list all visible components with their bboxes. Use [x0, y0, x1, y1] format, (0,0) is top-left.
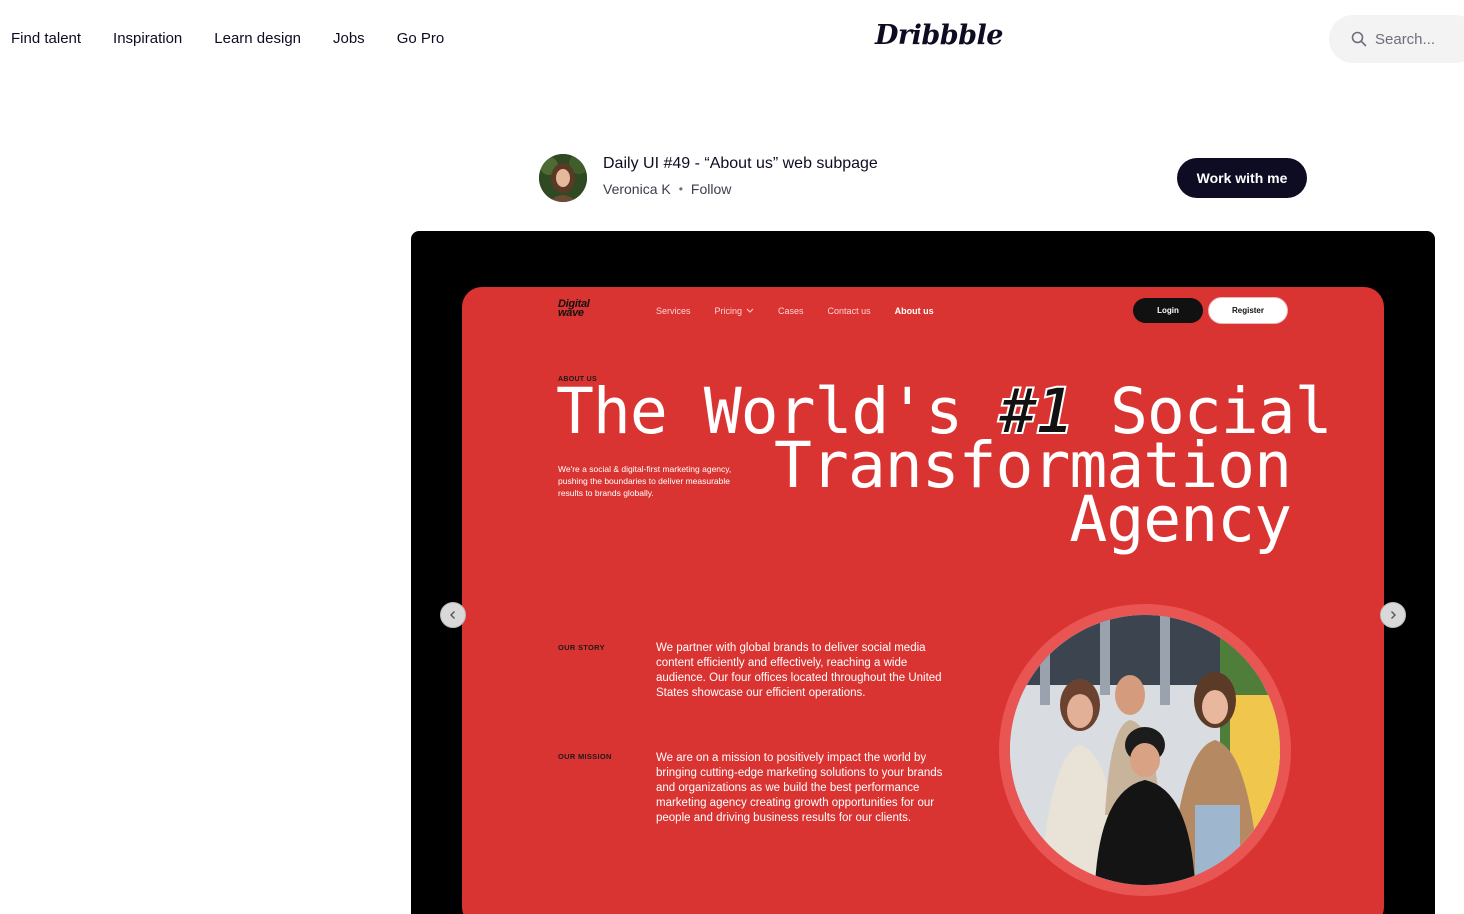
site-login-button: Login [1133, 298, 1203, 323]
search-icon [1351, 31, 1367, 47]
shot-image: Digital wave Services Pricing Cases Cont… [411, 231, 1435, 914]
team-photo-frame [999, 604, 1291, 896]
chevron-right-icon [1391, 611, 1396, 619]
carousel-next-button[interactable] [1380, 602, 1406, 628]
agency-about-page-mockup: Digital wave Services Pricing Cases Cont… [462, 287, 1384, 914]
mission-label: OUR MISSION [558, 752, 612, 761]
site-nav-contact: Contact us [827, 306, 871, 316]
mission-text: We are on a mission to positively impact… [656, 752, 943, 824]
nav-find-talent[interactable]: Find talent [11, 30, 81, 47]
site-logo: Digital wave [558, 298, 590, 319]
team-photo [1010, 615, 1280, 885]
site-nav-about: About us [894, 306, 934, 316]
shot-meta: Veronica K • Follow [603, 181, 731, 197]
top-navigation: Find talent Inspiration Learn design Job… [0, 0, 1464, 78]
meta-separator: • [678, 182, 683, 196]
site-nav-services: Services [656, 306, 691, 316]
dribbble-logo[interactable]: Dribbble [875, 20, 1003, 51]
author-name[interactable]: Veronica K [603, 181, 671, 197]
site-register-button: Register [1208, 297, 1288, 324]
story-label: OUR STORY [558, 643, 605, 652]
nav-learn-design[interactable]: Learn design [214, 30, 301, 47]
site-nav-cases: Cases [778, 306, 804, 316]
chevron-down-icon [746, 308, 754, 313]
shot-header: Daily UI #49 - “About us” web subpage Ve… [539, 154, 1307, 202]
work-with-me-button[interactable]: Work with me [1177, 158, 1307, 198]
search-input[interactable] [1375, 30, 1455, 48]
site-nav: Services Pricing Cases Contact us About … [656, 306, 934, 316]
hero-intro: We're a social & digital-first marketing… [558, 464, 732, 498]
author-avatar[interactable] [539, 154, 587, 202]
follow-link[interactable]: Follow [691, 181, 731, 197]
story-text: We partner with global brands to deliver… [656, 642, 942, 699]
chevron-left-icon [450, 611, 455, 619]
carousel-prev-button[interactable] [440, 602, 466, 628]
site-nav-pricing: Pricing [715, 306, 755, 316]
nav-inspiration[interactable]: Inspiration [113, 30, 182, 47]
search-box[interactable] [1329, 15, 1464, 63]
nav-go-pro[interactable]: Go Pro [397, 30, 445, 47]
shot-title: Daily UI #49 - “About us” web subpage [603, 155, 878, 172]
nav-jobs[interactable]: Jobs [333, 30, 365, 47]
main-nav-links: Find talent Inspiration Learn design Job… [11, 30, 444, 47]
